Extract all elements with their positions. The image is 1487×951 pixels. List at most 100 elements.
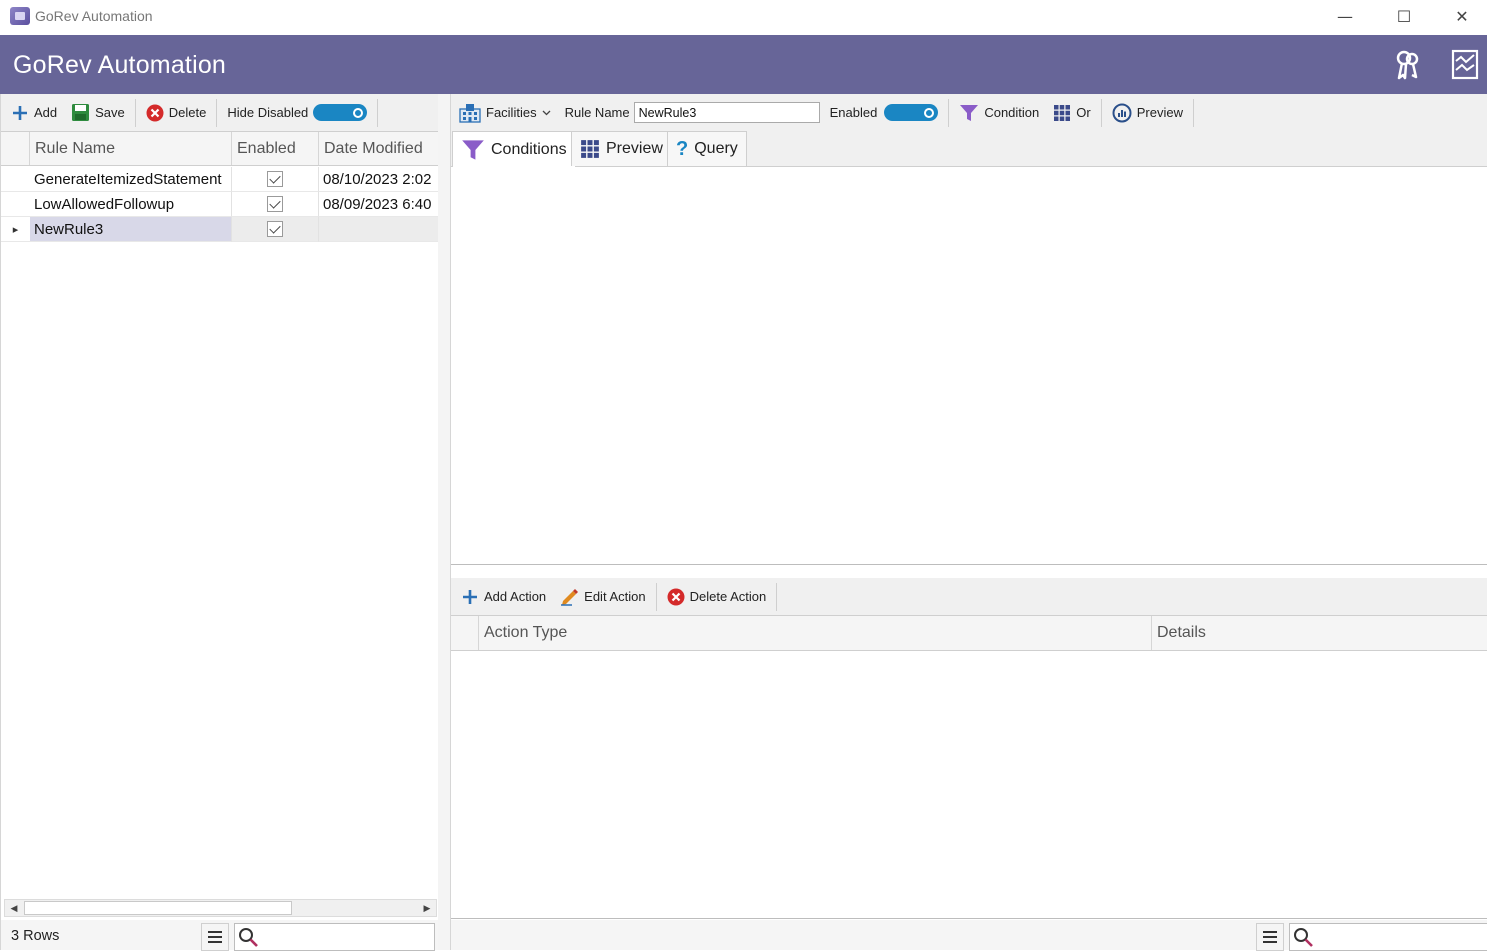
add-condition-button[interactable]: Condition xyxy=(952,94,1046,131)
enabled-cell xyxy=(232,217,319,242)
scroll-left-arrow-icon[interactable]: ◀ xyxy=(5,900,23,916)
row-count-text: 3 Rows xyxy=(11,928,60,944)
save-rule-label: Save xyxy=(95,105,125,120)
delete-action-label: Delete Action xyxy=(689,589,767,604)
rule-name-cell: NewRule3 xyxy=(30,217,232,242)
delete-action-button[interactable]: Delete Action xyxy=(660,578,774,615)
column-header-enabled[interactable]: Enabled xyxy=(232,132,319,165)
pane-splitter[interactable] xyxy=(438,94,450,950)
or-label: Or xyxy=(1076,105,1091,120)
scrollbar-thumb[interactable] xyxy=(24,901,292,915)
add-action-button[interactable]: Add Action xyxy=(451,578,553,615)
keys-icon[interactable] xyxy=(1392,48,1424,80)
column-header-date-modified[interactable]: Date Modified xyxy=(319,132,438,165)
toolbar-separator xyxy=(216,98,218,127)
grid-icon xyxy=(1054,104,1071,121)
enabled-control: Enabled xyxy=(822,94,946,131)
enabled-cell xyxy=(232,192,319,217)
column-header-details[interactable]: Details xyxy=(1152,616,1487,650)
toolbar-separator xyxy=(377,98,379,127)
rule-name-cell: LowAllowedFollowup xyxy=(30,192,232,217)
table-row[interactable]: GenerateItemizedStatement 08/10/2023 2:0… xyxy=(1,167,438,192)
enabled-cell xyxy=(232,167,319,192)
delete-icon xyxy=(667,588,685,605)
grid-menu-button[interactable] xyxy=(201,923,229,951)
grid-icon xyxy=(581,140,599,158)
delete-rule-button[interactable]: Delete xyxy=(139,94,214,131)
edit-action-button[interactable]: Edit Action xyxy=(553,578,652,615)
rule-name-input-wrap: NewRule3 xyxy=(633,102,822,123)
panel-splitter[interactable] xyxy=(451,566,1487,578)
preview-label: Preview xyxy=(1136,105,1183,120)
column-header-action-type[interactable]: Action Type xyxy=(479,616,1152,650)
chevron-down-icon xyxy=(542,110,551,115)
enabled-checkbox[interactable] xyxy=(267,221,283,237)
date-modified-cell: 08/10/2023 2:02 xyxy=(319,167,438,192)
search-icon xyxy=(239,928,258,947)
app-header: GoRev Automation xyxy=(0,35,1487,94)
rule-editor-toolbar: Facilities Rule Name NewRule3 Enabled Co… xyxy=(451,94,1487,131)
conditions-panel[interactable] xyxy=(451,167,1487,565)
rules-search-input[interactable] xyxy=(234,923,435,951)
actions-grid-header: Action Type Details xyxy=(451,615,1487,651)
rules-pane: Add Save Delete Hide Disabled Rule Name … xyxy=(0,94,438,951)
tab-preview[interactable]: Preview xyxy=(571,131,672,166)
rules-status-bar: 3 Rows xyxy=(1,920,438,951)
toolbar-separator xyxy=(134,98,136,127)
add-rule-button[interactable]: Add xyxy=(1,94,64,131)
tab-conditions[interactable]: Conditions xyxy=(452,131,576,167)
search-icon xyxy=(1294,928,1313,947)
building-icon xyxy=(459,103,481,123)
toolbar-separator xyxy=(776,582,778,611)
rule-name-input[interactable]: NewRule3 xyxy=(633,102,820,123)
tab-preview-label: Preview xyxy=(606,140,663,157)
window-title: GoRev Automation xyxy=(35,8,153,24)
column-header-rule-name[interactable]: Rule Name xyxy=(30,132,232,165)
editor-tab-strip: Conditions Preview ? Query xyxy=(451,131,1487,167)
save-icon xyxy=(72,104,90,121)
actions-search-input[interactable] xyxy=(1289,923,1487,951)
table-row[interactable]: LowAllowedFollowup 08/09/2023 6:40 xyxy=(1,192,438,217)
facilities-label: Facilities xyxy=(486,105,537,120)
enabled-toggle[interactable] xyxy=(884,104,939,121)
row-indicator xyxy=(1,192,30,217)
actions-grid-body[interactable] xyxy=(451,651,1487,919)
close-button[interactable]: ✕ xyxy=(1433,0,1487,32)
maximize-button[interactable]: ☐ xyxy=(1375,0,1433,32)
delete-icon xyxy=(146,104,164,121)
scroll-right-arrow-icon[interactable]: ▶ xyxy=(418,900,436,916)
pencil-icon xyxy=(561,589,579,606)
save-rule-button[interactable]: Save xyxy=(64,94,132,131)
grid-menu-button[interactable] xyxy=(1256,923,1284,951)
facilities-dropdown[interactable]: Facilities xyxy=(451,94,558,131)
toolbar-separator xyxy=(948,98,950,127)
preview-button[interactable]: Preview xyxy=(1105,94,1190,131)
actions-status-bar xyxy=(451,920,1487,951)
rules-toolbar: Add Save Delete Hide Disabled xyxy=(1,94,438,131)
question-mark-icon: ? xyxy=(676,137,689,160)
actions-toolbar: Add Action Edit Action Delete Action xyxy=(451,578,1487,615)
add-rule-label: Add xyxy=(34,105,58,120)
hide-disabled-toggle[interactable] xyxy=(313,104,368,121)
row-indicator-header xyxy=(451,616,479,650)
tab-query[interactable]: ? Query xyxy=(667,131,747,166)
plus-icon xyxy=(13,105,27,120)
rule-name-label: Rule Name xyxy=(564,105,630,120)
app-logo-icon xyxy=(10,7,30,25)
hide-disabled-control: Hide Disabled xyxy=(220,94,374,131)
rules-grid-horizontal-scrollbar[interactable]: ◀ ▶ xyxy=(4,899,437,917)
plus-icon xyxy=(463,589,477,604)
add-action-label: Add Action xyxy=(484,589,547,604)
rule-name-field-group: Rule Name xyxy=(558,94,630,131)
enabled-checkbox[interactable] xyxy=(267,171,283,187)
minimize-button[interactable]: — xyxy=(1316,0,1374,32)
report-chart-icon[interactable] xyxy=(1449,48,1481,80)
filter-icon xyxy=(462,139,484,160)
enabled-label: Enabled xyxy=(829,105,878,120)
rules-grid-header: Rule Name Enabled Date Modified xyxy=(1,131,438,166)
table-row-selected[interactable]: ▸ NewRule3 xyxy=(1,217,438,242)
delete-rule-label: Delete xyxy=(168,105,207,120)
add-or-group-button[interactable]: Or xyxy=(1046,94,1097,131)
rule-editor-pane: Facilities Rule Name NewRule3 Enabled Co… xyxy=(450,94,1487,951)
enabled-checkbox[interactable] xyxy=(267,196,283,212)
